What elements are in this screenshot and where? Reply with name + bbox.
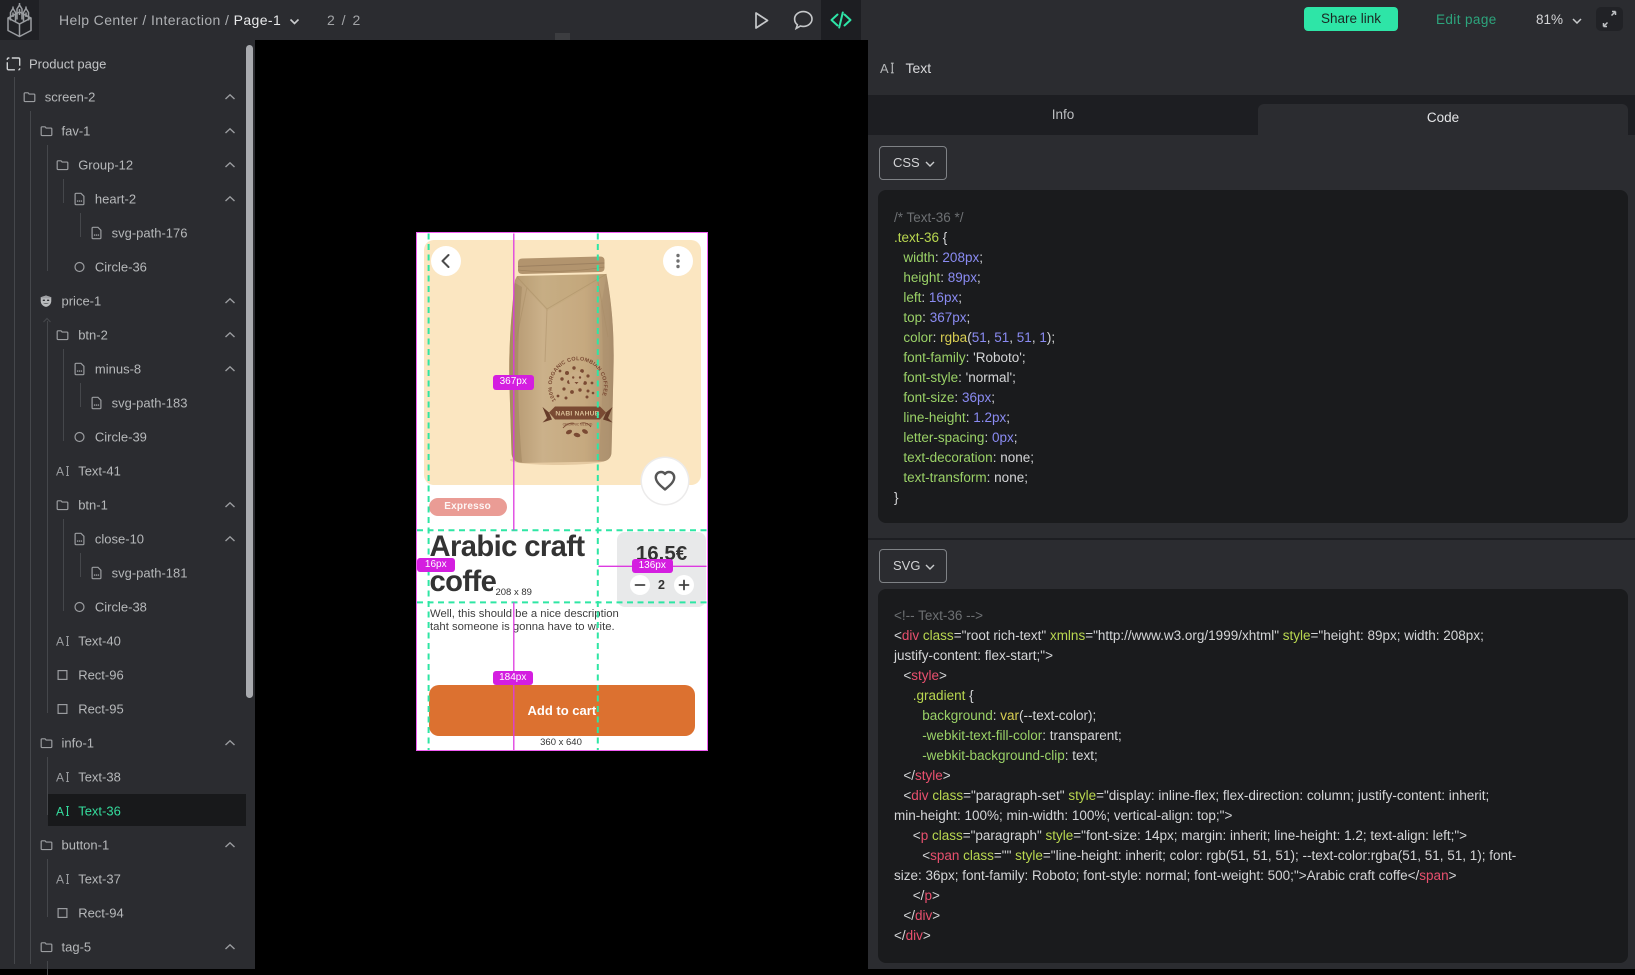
svg-text:A: A — [880, 61, 889, 75]
